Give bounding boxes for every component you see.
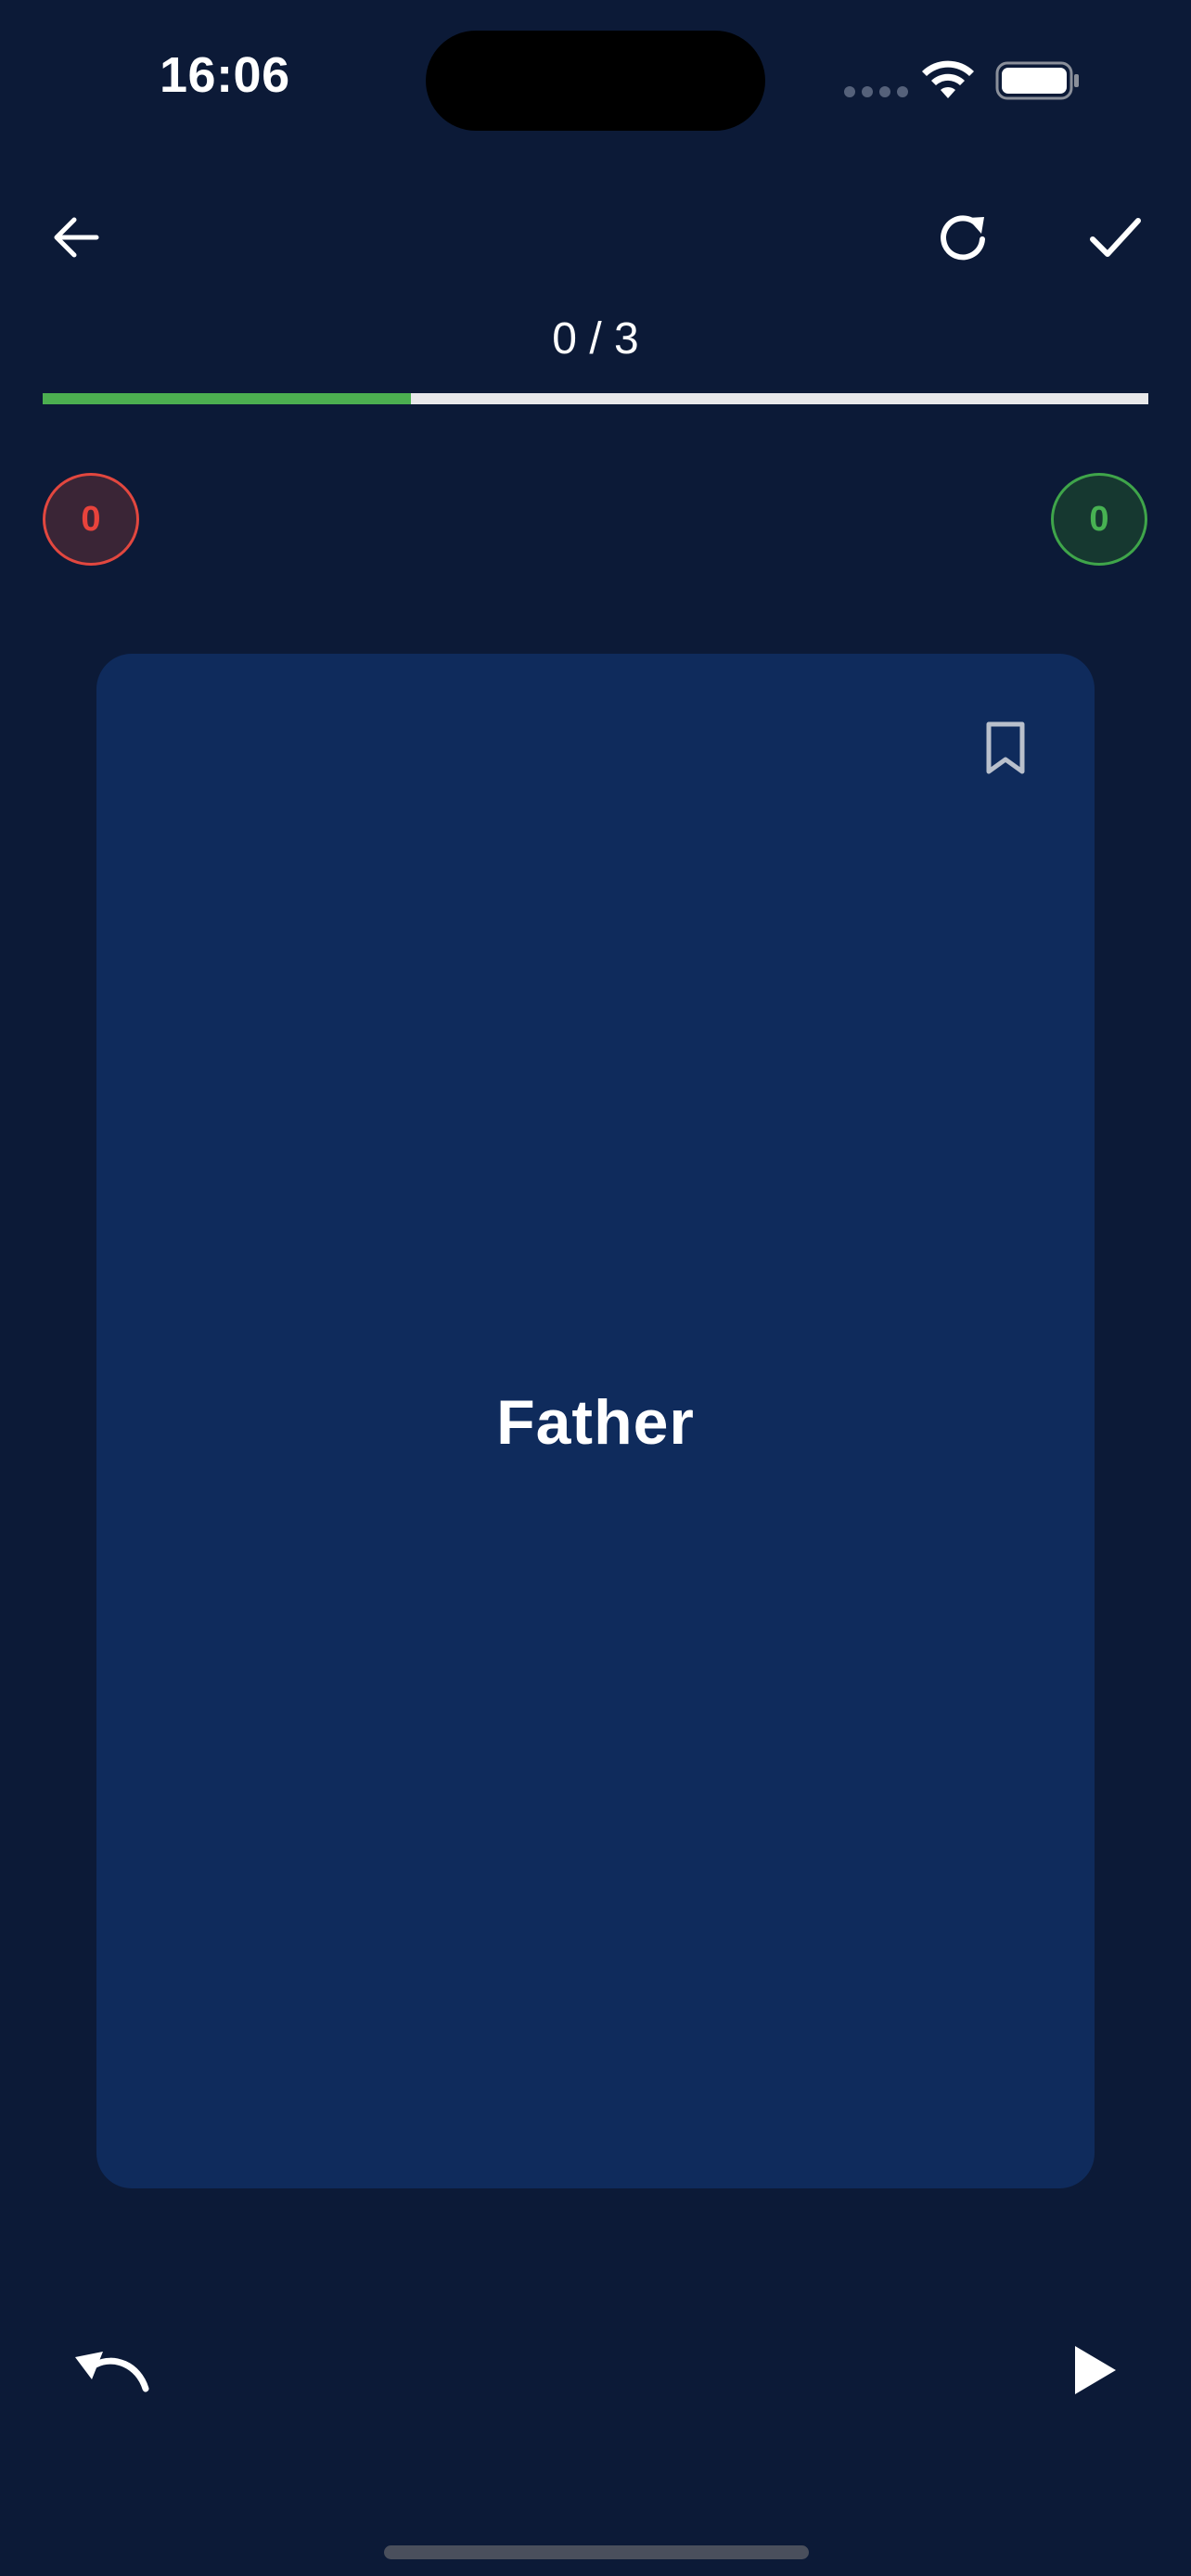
right-count-badge: 0: [1051, 473, 1147, 566]
finish-button[interactable]: [1070, 193, 1159, 282]
flashcard-study-screen: 16:06 0 / 3 0 0 Father: [0, 0, 1191, 2576]
wrong-count-badge: 0: [43, 473, 139, 566]
progress-bar-fill: [43, 393, 411, 404]
refresh-icon: [941, 215, 985, 261]
check-icon: [1090, 218, 1141, 257]
home-indicator: [384, 2545, 809, 2559]
play-button[interactable]: [1050, 2326, 1139, 2415]
undo-icon: [75, 2352, 149, 2392]
back-button[interactable]: [32, 193, 121, 282]
status-time: 16:06: [160, 47, 290, 103]
progress-bar: [43, 393, 1148, 404]
card-term: Father: [496, 1387, 695, 1458]
dynamic-island: [426, 31, 765, 131]
cellular-signal-icon: [844, 86, 908, 97]
progress-counter: 0 / 3: [552, 314, 639, 363]
wifi-icon: [922, 60, 974, 98]
bookmark-button[interactable]: [967, 709, 1044, 787]
undo-button[interactable]: [61, 2326, 158, 2415]
bookmark-outline-icon: [986, 721, 1025, 774]
restart-button[interactable]: [918, 193, 1007, 282]
arrow-left-icon: [54, 217, 99, 258]
battery-icon: [995, 61, 1079, 100]
play-icon: [1075, 2346, 1116, 2394]
flashcard[interactable]: Father: [96, 654, 1095, 2188]
